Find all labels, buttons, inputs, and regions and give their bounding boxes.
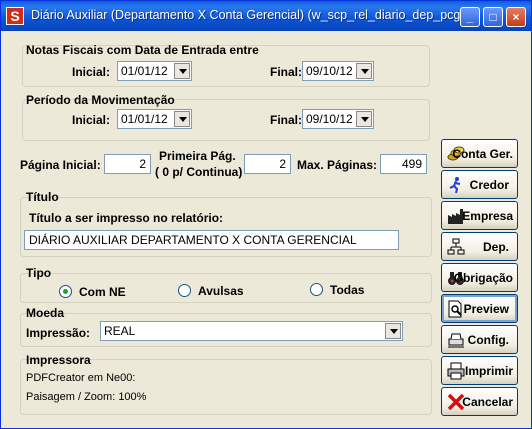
cancelar-button[interactable]: Cancelar <box>441 387 518 416</box>
tipo-group-label: Tipo <box>26 266 52 280</box>
credor-button[interactable]: Credor <box>441 170 518 199</box>
chevron-down-icon[interactable] <box>356 111 372 127</box>
chevron-down-icon[interactable] <box>356 63 372 79</box>
printer-config-icon <box>448 333 464 348</box>
empresa-label: Empresa <box>462 209 513 223</box>
config-label: Config. <box>467 333 509 347</box>
chevron-down-icon[interactable] <box>174 111 190 127</box>
window-title: Diário Auxiliar (Departamento X Conta Ge… <box>31 8 465 22</box>
primeira-pag-label: Primeira Pág. <box>159 149 236 163</box>
app-window: S Diário Auxiliar (Departamento X Conta … <box>0 0 532 429</box>
printer-name: PDFCreator em Ne00: <box>26 372 136 384</box>
imprimir-button[interactable]: Imprimir <box>441 356 518 385</box>
pagina-inicial-label: Página Inicial: <box>20 158 101 172</box>
notas-title: Notas Fiscais com Data de Entrada entre <box>26 43 259 57</box>
impressora-group-label: Impressora <box>26 353 91 367</box>
periodo-final-date[interactable]: 09/10/12 <box>302 109 374 129</box>
primeira-pag-sublabel: ( 0 p/ Continua) <box>155 165 243 179</box>
tipo-com-ne-label[interactable]: Com NE <box>79 285 126 299</box>
periodo-final-value: 09/10/12 <box>306 112 353 126</box>
periodo-inicial-value: 01/01/12 <box>121 112 168 126</box>
notas-inicial-label: Inicial: <box>72 65 111 79</box>
chevron-down-icon[interactable] <box>385 323 401 339</box>
empresa-button[interactable]: Empresa <box>441 201 518 230</box>
periodo-title: Período da Movimentação <box>26 93 175 107</box>
conta-ger-label: Conta Ger. <box>452 147 513 161</box>
titulo-group-label: Título <box>26 190 59 204</box>
client-area: Notas Fiscais com Data de Entrada entre … <box>4 31 529 427</box>
chevron-down-icon[interactable] <box>174 63 190 79</box>
moeda-select[interactable]: REAL <box>100 321 403 341</box>
dep-label: Dep. <box>482 240 509 254</box>
max-paginas-input[interactable]: 499 <box>380 154 427 174</box>
running-person-icon <box>449 177 461 194</box>
printer-icon <box>447 362 465 380</box>
titulo-input[interactable]: DIÁRIO AUXILIAR DEPARTAMENTO X CONTA GER… <box>24 230 399 250</box>
notas-final-date[interactable]: 09/10/12 <box>302 61 374 81</box>
tipo-avulsas-label[interactable]: Avulsas <box>198 284 244 298</box>
titulo-field-label: Título a ser impresso no relatório: <box>29 211 224 225</box>
impressao-label: Impressão: <box>26 326 91 340</box>
minimize-button[interactable]: _ <box>460 7 480 27</box>
periodo-inicial-date[interactable]: 01/01/12 <box>117 109 192 129</box>
cancelar-label: Cancelar <box>462 395 513 409</box>
document-magnifier-icon <box>448 300 462 318</box>
app-logo-icon: S <box>6 7 24 25</box>
obrigacao-label: Obrigação <box>453 271 513 285</box>
preview-button[interactable]: Preview <box>441 294 518 323</box>
notas-inicial-date[interactable]: 01/01/12 <box>117 61 192 81</box>
notas-final-value: 09/10/12 <box>306 64 353 78</box>
primeira-pag-input[interactable]: 2 <box>244 154 291 174</box>
tipo-avulsas-radio[interactable] <box>178 284 191 297</box>
maximize-button[interactable]: □ <box>483 7 503 27</box>
org-chart-icon <box>447 238 465 255</box>
notas-inicial-value: 01/01/12 <box>121 64 168 78</box>
dep-button[interactable]: Dep. <box>441 232 518 261</box>
conta-ger-button[interactable]: Conta Ger. <box>441 139 518 168</box>
notas-final-label: Final: <box>270 65 302 79</box>
moeda-group-label: Moeda <box>26 306 65 320</box>
close-button[interactable]: × <box>506 7 526 27</box>
max-paginas-label: Max. Páginas: <box>297 158 378 172</box>
pagina-inicial-input[interactable]: 2 <box>104 154 151 174</box>
tipo-todas-radio[interactable] <box>310 283 323 296</box>
preview-label: Preview <box>463 302 509 316</box>
title-bar[interactable]: S Diário Auxiliar (Departamento X Conta … <box>1 1 531 31</box>
tipo-todas-label[interactable]: Todas <box>330 283 364 297</box>
config-button[interactable]: Config. <box>441 325 518 354</box>
impressora-group <box>20 359 432 415</box>
imprimir-label: Imprimir <box>464 364 513 378</box>
tipo-com-ne-radio[interactable] <box>59 285 72 298</box>
credor-label: Credor <box>469 178 509 192</box>
obrigacao-button[interactable]: Obrigação <box>441 263 518 292</box>
periodo-final-label: Final: <box>270 113 302 127</box>
periodo-inicial-label: Inicial: <box>72 113 111 127</box>
moeda-select-value: REAL <box>104 324 136 338</box>
printer-layout: Paisagem / Zoom: 100% <box>26 391 147 403</box>
